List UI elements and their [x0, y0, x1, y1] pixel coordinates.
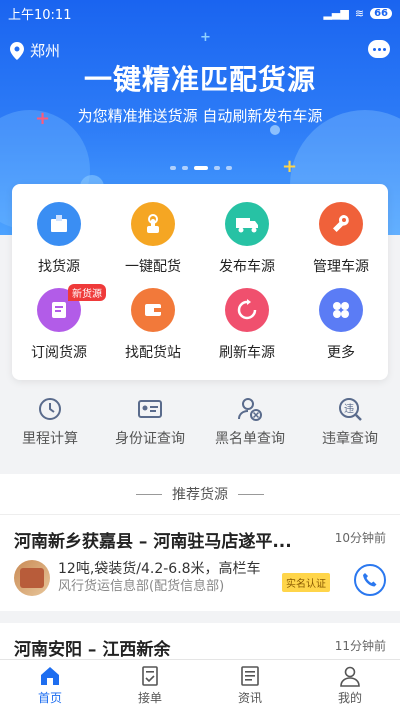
- carousel-indicator: [170, 166, 232, 170]
- tool-label: 黑名单查询: [215, 431, 285, 447]
- section-title: 推荐货源: [0, 474, 400, 514]
- cargo-route: 河南安阳 – 江西新余: [14, 640, 171, 660]
- feature-label: 发布车源: [219, 259, 275, 275]
- feature-label: 更多: [327, 345, 355, 361]
- verified-badge: 实名认证: [282, 573, 330, 592]
- tool-label: 身份证查询: [115, 431, 185, 447]
- feature-publish-vehicle[interactable]: 发布车源: [200, 202, 294, 288]
- decor-bubble: [270, 125, 280, 135]
- feature-label: 刷新车源: [219, 345, 275, 361]
- section-title-text: 推荐货源: [172, 487, 228, 503]
- tab-profile[interactable]: 我的: [300, 660, 400, 711]
- new-cargo-badge: 新货源: [68, 284, 106, 301]
- banner-headline: 一键精准匹配货源: [83, 63, 316, 96]
- cargo-company: 风行货运信息部(配货信息部): [58, 579, 225, 594]
- feature-card: 找货源 一键配货 发布车源 管理车源 新货源 订阅货源 找配货站 刷新车源 更多: [12, 184, 388, 380]
- news-icon: [241, 666, 259, 686]
- tool-violation-query[interactable]: 违 违章查询: [300, 396, 400, 456]
- location-pin-icon: [10, 41, 24, 60]
- id-card-icon: [138, 400, 162, 418]
- decor-plus: +: [282, 156, 298, 177]
- feature-label: 找货源: [38, 259, 80, 275]
- tool-label: 违章查询: [322, 431, 378, 447]
- refresh-icon: [225, 288, 269, 332]
- cargo-list-item[interactable]: 河南安阳 – 江西新余 11分钟前: [0, 623, 400, 660]
- tool-blacklist-query[interactable]: 黑名单查询: [200, 396, 300, 456]
- banner-subline: 为您精准推送货源 自动刷新发布车源: [77, 107, 323, 125]
- profile-icon: [340, 666, 360, 687]
- signal-icon: ▂▄▆: [323, 6, 349, 20]
- phone-icon: [363, 573, 377, 587]
- decor-plus: +: [200, 30, 211, 45]
- cargo-spec: 12吨,袋装货/4.2-6.8米，高栏车: [58, 561, 261, 577]
- feature-refresh-vehicle[interactable]: 刷新车源: [200, 288, 294, 374]
- call-button[interactable]: [354, 564, 386, 596]
- cargo-list-item[interactable]: 河南新乡获嘉县 – 河南驻马店遂平... 10分钟前 12吨,袋装货/4.2-6…: [0, 515, 400, 604]
- tab-news[interactable]: 资讯: [200, 660, 300, 711]
- clock-icon: [39, 398, 61, 420]
- feature-more[interactable]: 更多: [294, 288, 388, 374]
- cargo-time: 10分钟前: [334, 531, 386, 545]
- tab-orders[interactable]: 接单: [100, 660, 200, 711]
- bottom-tab-bar: 首页 接单 资讯 我的: [0, 659, 400, 711]
- cargo-route: 河南新乡获嘉县 – 河南驻马店遂平...: [14, 532, 292, 552]
- tool-id-query[interactable]: 身份证查询: [100, 396, 200, 456]
- order-icon: [142, 666, 158, 686]
- tool-label: 里程计算: [22, 431, 78, 447]
- feature-manage-vehicle[interactable]: 管理车源: [294, 202, 388, 288]
- feature-find-cargo[interactable]: 找货源: [12, 202, 106, 288]
- tool-mileage[interactable]: 里程计算: [0, 396, 100, 456]
- status-icons: ▂▄▆ ≋ 66: [323, 7, 392, 20]
- status-bar: 上午10:11 ▂▄▆ ≋ 66: [0, 0, 400, 26]
- feature-label: 订阅货源: [31, 345, 87, 361]
- feature-label: 找配货站: [125, 345, 181, 361]
- tools-row: 里程计算 身份证查询 黑名单查询 违 违章查询: [0, 396, 400, 456]
- home-icon: [41, 667, 59, 685]
- tap-finger-icon: [131, 202, 175, 246]
- truck-icon: [225, 202, 269, 246]
- box-icon: [37, 202, 81, 246]
- violation-icon: 违: [339, 398, 362, 421]
- cargo-time: 11分钟前: [334, 639, 386, 653]
- wifi-icon: ≋: [354, 6, 365, 20]
- message-icon[interactable]: [368, 40, 390, 58]
- feature-one-click-match[interactable]: 一键配货: [106, 202, 200, 288]
- blacklist-user-icon: [238, 398, 262, 421]
- feature-label: 一键配货: [125, 259, 181, 275]
- svg-text:违: 违: [344, 403, 354, 415]
- wrench-icon: [319, 202, 363, 246]
- feature-subscribe-cargo[interactable]: 新货源 订阅货源: [12, 284, 106, 374]
- feature-label: 管理车源: [313, 259, 369, 275]
- battery-icon: 66: [370, 7, 392, 19]
- tab-home[interactable]: 首页: [0, 660, 100, 711]
- grid-icon: [319, 288, 363, 332]
- wallet-icon: [131, 288, 175, 332]
- feature-find-station[interactable]: 找配货站: [106, 288, 200, 374]
- avatar: [14, 560, 50, 596]
- status-time: 上午10:11: [8, 7, 72, 23]
